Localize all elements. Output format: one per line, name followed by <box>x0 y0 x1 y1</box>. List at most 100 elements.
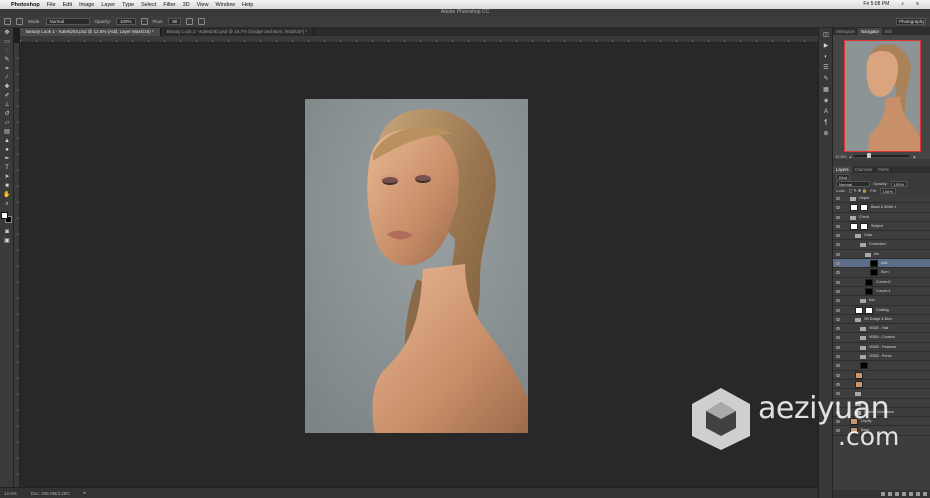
layer-kind-filter[interactable]: Kind <box>836 173 851 180</box>
visibility-eye-icon[interactable] <box>836 234 840 238</box>
new-adjustment-icon[interactable] <box>902 492 906 496</box>
hand-tool-icon[interactable]: ✋ <box>2 191 12 199</box>
adjustments-icon[interactable]: ◐ <box>822 54 830 61</box>
healing-tool-icon[interactable]: ✚ <box>2 83 12 91</box>
paragraph-icon[interactable]: ¶ <box>822 120 830 127</box>
canvas-area[interactable] <box>20 43 818 487</box>
eyedropper-tool-icon[interactable]: ⁄ <box>2 74 12 82</box>
styles-icon[interactable]: ◈ <box>822 98 830 105</box>
screen-mode-icon[interactable]: ▣ <box>2 237 12 245</box>
visibility-eye-icon[interactable] <box>836 289 840 293</box>
layer-row[interactable]: Check <box>833 213 930 222</box>
visibility-eye-icon[interactable] <box>836 271 840 275</box>
blend-mode-select[interactable]: Normal <box>836 180 870 187</box>
visibility-eye-icon[interactable] <box>836 401 840 405</box>
history-brush-tool-icon[interactable]: ↺ <box>2 110 12 118</box>
swatches-icon[interactable]: ▦ <box>822 87 830 94</box>
marquee-tool-icon[interactable]: ▭ <box>2 38 12 46</box>
visibility-eye-icon[interactable] <box>836 364 840 368</box>
tab-paths[interactable]: Paths <box>875 166 892 173</box>
visibility-eye-icon[interactable] <box>836 345 840 349</box>
layer-row[interactable]: Frames Workplace <box>833 408 930 418</box>
menu-type[interactable]: Type <box>122 2 134 8</box>
visibility-eye-icon[interactable] <box>836 392 840 396</box>
layer-row[interactable]: Base <box>833 426 930 436</box>
menu-filter[interactable]: Filter <box>163 2 175 8</box>
layer-mask-thumbnail[interactable] <box>865 306 873 314</box>
layer-style-icon[interactable] <box>888 492 892 496</box>
clone-source-icon[interactable]: ⊕ <box>822 131 830 138</box>
visibility-eye-icon[interactable] <box>836 420 840 424</box>
navigator-zoom-slider[interactable] <box>854 153 910 158</box>
shape-tool-icon[interactable]: ■ <box>2 182 12 190</box>
menu-view[interactable]: View <box>197 2 209 8</box>
status-arrow-icon[interactable]: ▸ <box>84 490 86 496</box>
tab-layers[interactable]: Layers <box>833 166 852 173</box>
visibility-eye-icon[interactable] <box>836 243 840 247</box>
layer-row[interactable]: Color <box>833 231 930 241</box>
menu-select[interactable]: Select <box>141 2 156 8</box>
search-icon[interactable]: ⌕ <box>901 1 904 7</box>
layer-row[interactable]: Iron <box>833 296 930 306</box>
navigator-zoom-value[interactable]: 12.5% <box>835 154 846 159</box>
tab-histogram[interactable]: Histogram <box>833 28 858 35</box>
type-tool-icon[interactable]: T <box>2 164 12 172</box>
move-tool-icon[interactable]: ✥ <box>2 29 12 37</box>
visibility-eye-icon[interactable] <box>836 355 840 359</box>
properties-icon[interactable]: ☰ <box>822 65 830 72</box>
lasso-tool-icon[interactable]: ◌ <box>2 47 12 55</box>
quick-select-tool-icon[interactable]: ✎ <box>2 56 12 64</box>
blur-tool-icon[interactable]: ▲ <box>2 137 12 145</box>
pressure-opacity-icon[interactable] <box>140 18 148 25</box>
layer-row[interactable]: VBDB - Features <box>833 343 930 353</box>
color-swatches[interactable] <box>1 212 13 224</box>
layer-row[interactable] <box>833 389 930 399</box>
layer-row[interactable]: Black & White 1 <box>833 203 930 213</box>
add-mask-icon[interactable] <box>895 492 899 496</box>
airbrush-icon[interactable] <box>186 18 194 25</box>
visibility-eye-icon[interactable] <box>836 206 840 210</box>
link-layers-icon[interactable] <box>881 492 885 496</box>
visibility-eye-icon[interactable] <box>836 382 840 386</box>
quick-mask-icon[interactable]: ◙ <box>2 228 12 236</box>
visibility-eye-icon[interactable] <box>836 280 840 284</box>
visibility-eye-icon[interactable] <box>836 410 840 414</box>
tab-info[interactable]: Info <box>882 28 895 35</box>
tab-beauty-look-1[interactable]: Beauty Look 1 - Kate6293.psd @ 12.5% (Ad… <box>20 28 161 36</box>
zoom-tool-icon[interactable]: ⌕ <box>2 200 12 208</box>
workspace-select[interactable]: Photography <box>896 18 926 25</box>
layer-row[interactable]: Curves 6 <box>833 278 930 287</box>
trash-icon[interactable] <box>923 492 927 496</box>
visibility-eye-icon[interactable] <box>836 197 840 200</box>
layer-row[interactable] <box>833 361 930 371</box>
layer-row[interactable]: Iris <box>833 250 930 260</box>
zoom-out-icon[interactable]: ▴ <box>849 154 851 159</box>
new-layer-icon[interactable] <box>916 492 920 496</box>
zoom-slider-knob[interactable] <box>867 153 872 158</box>
layer-row[interactable]: VB Dodge & Burn <box>833 315 930 325</box>
list-icon[interactable]: ≡ <box>916 1 919 7</box>
layer-row[interactable]: Correction <box>833 240 930 250</box>
visibility-eye-icon[interactable] <box>836 308 840 312</box>
menu-help[interactable]: Help <box>242 2 253 8</box>
tab-beauty-look-2[interactable]: Beauty Look 2 - Kate6293.psd @ 16.7% (Do… <box>161 28 315 36</box>
pen-tool-icon[interactable]: ✒ <box>2 155 12 163</box>
menu-edit[interactable]: Edit <box>63 2 72 8</box>
menu-window[interactable]: Window <box>215 2 235 8</box>
visibility-eye-icon[interactable] <box>836 373 840 377</box>
layer-row[interactable]: Grading <box>833 306 930 315</box>
layer-row[interactable]: VBDB - Hair <box>833 324 930 334</box>
layer-row[interactable]: Subject <box>833 222 930 232</box>
visibility-eye-icon[interactable] <box>836 224 840 228</box>
crop-tool-icon[interactable]: ⌗ <box>2 65 12 73</box>
layer-row[interactable]: Liquify <box>833 417 930 427</box>
visibility-eye-icon[interactable] <box>836 317 840 321</box>
clone-stamp-tool-icon[interactable]: ⊥ <box>2 101 12 109</box>
visibility-eye-icon[interactable] <box>836 252 840 256</box>
brush-panel-strip-icon[interactable]: ✎ <box>822 76 830 83</box>
dodge-tool-icon[interactable]: ● <box>2 146 12 154</box>
brush-panel-icon[interactable] <box>16 18 23 25</box>
brush-tool-icon[interactable]: ✐ <box>2 92 12 100</box>
tab-channels[interactable]: Channels <box>852 166 876 173</box>
history-icon[interactable]: ◫ <box>822 32 830 39</box>
